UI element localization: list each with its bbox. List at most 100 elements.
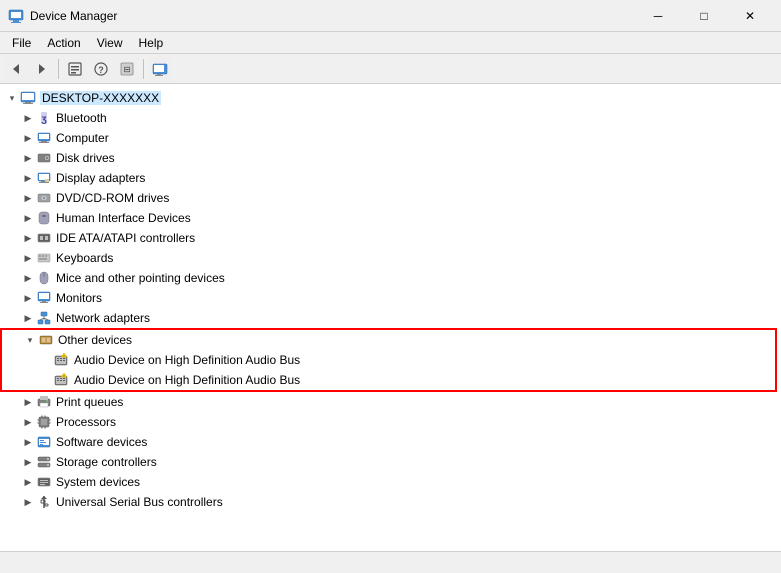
computer-label: Computer (56, 131, 109, 145)
close-button[interactable]: ✕ (727, 0, 773, 32)
tree-item-mice[interactable]: ▶ Mice and other pointing devices (0, 268, 781, 288)
storage-expander[interactable]: ▶ (20, 454, 36, 470)
svg-text:?: ? (98, 65, 104, 75)
tree-item-computer[interactable]: ▶ Computer (0, 128, 781, 148)
mice-expander[interactable]: ▶ (20, 270, 36, 286)
dvd-expander[interactable]: ▶ (20, 190, 36, 206)
forward-button[interactable] (30, 57, 54, 81)
tree-item-system[interactable]: ▶ System devices (0, 472, 781, 492)
display-adapter-icon (36, 170, 52, 186)
tree-item-other-devices[interactable]: ▾ Other devices (2, 330, 775, 350)
audio2-warning-icon: ! (54, 372, 70, 388)
other-devices-expander[interactable]: ▾ (22, 332, 38, 348)
ide-label: IDE ATA/ATAPI controllers (56, 231, 195, 245)
back-button[interactable] (4, 57, 28, 81)
ide-expander[interactable]: ▶ (20, 230, 36, 246)
disk-expander[interactable]: ▶ (20, 150, 36, 166)
system-label: System devices (56, 475, 140, 489)
tree-item-dvd[interactable]: ▶ DVD/CD-ROM drives (0, 188, 781, 208)
dvd-icon (36, 190, 52, 206)
monitors-label: Monitors (56, 291, 102, 305)
hid-expander[interactable]: ▶ (20, 210, 36, 226)
menu-help[interactable]: Help (131, 34, 172, 52)
tree-item-display[interactable]: ▶ Display adapters (0, 168, 781, 188)
minimize-button[interactable]: ─ (635, 0, 681, 32)
app-icon (8, 8, 24, 24)
other-devices-icon (38, 332, 54, 348)
tree-item-software[interactable]: ▶ Software devices (0, 432, 781, 452)
tree-item-ide[interactable]: ▶ IDE ATA/ATAPI controllers (0, 228, 781, 248)
window-title: Device Manager (30, 9, 635, 23)
tree-item-disk[interactable]: ▶ Disk drives (0, 148, 781, 168)
display-label: Display adapters (56, 171, 145, 185)
software-expander[interactable]: ▶ (20, 434, 36, 450)
tree-item-processors[interactable]: ▶ Processors (0, 412, 781, 432)
bluetooth-expander[interactable]: ▶ (20, 110, 36, 126)
audio1-expander (38, 352, 54, 368)
tree-item-print[interactable]: ▶ Print queues (0, 392, 781, 412)
processor-icon (36, 414, 52, 430)
help-button[interactable]: ? (89, 57, 113, 81)
computer-device-icon (36, 130, 52, 146)
keyboard-label: Keyboards (56, 251, 113, 265)
bluetooth-label: Bluetooth (56, 111, 107, 125)
tree-item-hid[interactable]: ▶ Human Interface Devices (0, 208, 781, 228)
toolbar: ? ⊟ (0, 54, 781, 84)
tree-item-storage[interactable]: ▶ Storage controllers (0, 452, 781, 472)
tree-item-audio1[interactable]: ! Audio Device on High Definition Audio … (2, 350, 775, 370)
menu-file[interactable]: File (4, 34, 39, 52)
title-bar: Device Manager ─ □ ✕ (0, 0, 781, 32)
mouse-icon (36, 270, 52, 286)
print-expander[interactable]: ▶ (20, 394, 36, 410)
network-icon (36, 310, 52, 326)
menu-action[interactable]: Action (39, 34, 88, 52)
tree-item-monitors[interactable]: ▶ Monitors (0, 288, 781, 308)
tree-item-network[interactable]: ▶ Network adapters (0, 308, 781, 328)
audio2-label: Audio Device on High Definition Audio Bu… (74, 373, 300, 387)
update-driver-button[interactable]: ⊟ (115, 57, 139, 81)
svg-text:ʒ: ʒ (41, 114, 47, 125)
properties-button[interactable] (63, 57, 87, 81)
disk-icon (36, 150, 52, 166)
software-label: Software devices (56, 435, 147, 449)
audio1-warning-icon: ! (54, 352, 70, 368)
usb-expander[interactable]: ▶ (20, 494, 36, 510)
tree-item-keyboard[interactable]: ▶ Keyboards (0, 248, 781, 268)
computer-expander[interactable]: ▶ (20, 130, 36, 146)
show-hidden-button[interactable] (148, 57, 172, 81)
monitors-expander[interactable]: ▶ (20, 290, 36, 306)
processors-label: Processors (56, 415, 116, 429)
processors-expander[interactable]: ▶ (20, 414, 36, 430)
print-label: Print queues (56, 395, 123, 409)
other-devices-label: Other devices (58, 333, 132, 347)
maximize-button[interactable]: □ (681, 0, 727, 32)
software-icon (36, 434, 52, 450)
toolbar-sep-1 (58, 59, 59, 79)
tree-view[interactable]: ▾ DESKTOP-XXXXXXX ▶ ʒ Bluetoot (0, 84, 781, 551)
computer-icon (20, 90, 36, 106)
keyboard-expander[interactable]: ▶ (20, 250, 36, 266)
menu-bar: File Action View Help (0, 32, 781, 54)
network-expander[interactable]: ▶ (20, 310, 36, 326)
hid-label: Human Interface Devices (56, 211, 191, 225)
usb-label: Universal Serial Bus controllers (56, 495, 223, 509)
menu-view[interactable]: View (89, 34, 131, 52)
tree-root[interactable]: ▾ DESKTOP-XXXXXXX (0, 88, 781, 108)
storage-icon (36, 454, 52, 470)
display-expander[interactable]: ▶ (20, 170, 36, 186)
main-content: ▾ DESKTOP-XXXXXXX ▶ ʒ Bluetoot (0, 84, 781, 551)
tree-item-usb[interactable]: ▶ Universal Serial Bus controllers (0, 492, 781, 512)
tree-item-audio2[interactable]: ! Audio Device on High Definition Audio … (2, 370, 775, 390)
usb-icon (36, 494, 52, 510)
svg-text:⊟: ⊟ (124, 65, 131, 74)
system-expander[interactable]: ▶ (20, 474, 36, 490)
svg-text:!: ! (64, 354, 65, 358)
dvd-label: DVD/CD-ROM drives (56, 191, 169, 205)
audio2-expander (38, 372, 54, 388)
root-label: DESKTOP-XXXXXXX (40, 91, 161, 105)
tree-item-bluetooth[interactable]: ▶ ʒ Bluetooth (0, 108, 781, 128)
root-expander[interactable]: ▾ (4, 90, 20, 106)
monitor-icon (36, 290, 52, 306)
toolbar-sep-2 (143, 59, 144, 79)
mice-label: Mice and other pointing devices (56, 271, 225, 285)
